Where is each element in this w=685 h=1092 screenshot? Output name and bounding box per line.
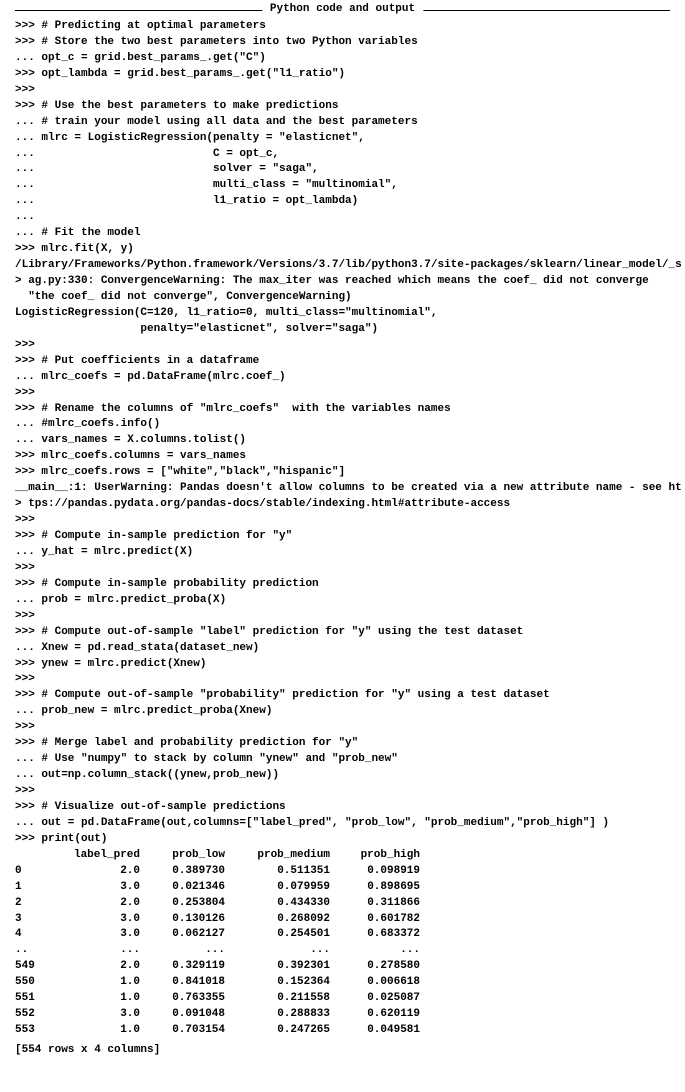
table-row: 43.00.0621270.2545010.683372 bbox=[15, 927, 670, 943]
table-row: .............. bbox=[15, 943, 670, 959]
table-row: 02.00.3897300.5113510.098919 bbox=[15, 864, 670, 880]
table-row: 22.00.2538040.4343300.311866 bbox=[15, 896, 670, 912]
table-row: 33.00.1301260.2680920.601782 bbox=[15, 912, 670, 928]
code-output-frame: Python code and output >>> # Predicting … bbox=[15, 10, 670, 1059]
table-header: label_predprob_lowprob_mediumprob_high bbox=[15, 848, 670, 864]
code-block: >>> # Predicting at optimal parameters >… bbox=[15, 19, 670, 848]
table-row: 13.00.0213460.0799590.898695 bbox=[15, 880, 670, 896]
output-table: label_predprob_lowprob_mediumprob_high02… bbox=[15, 848, 670, 1039]
table-row: 5511.00.7633550.2115580.025087 bbox=[15, 991, 670, 1007]
frame-title: Python code and output bbox=[262, 3, 423, 15]
table-row: 5523.00.0910480.2888330.620119 bbox=[15, 1007, 670, 1023]
table-footer: [554 rows x 4 columns] bbox=[15, 1043, 670, 1059]
table-row: 5531.00.7031540.2472650.049581 bbox=[15, 1023, 670, 1039]
table-row: 5492.00.3291190.3923010.278580 bbox=[15, 959, 670, 975]
table-row: 5501.00.8410180.1523640.006618 bbox=[15, 975, 670, 991]
